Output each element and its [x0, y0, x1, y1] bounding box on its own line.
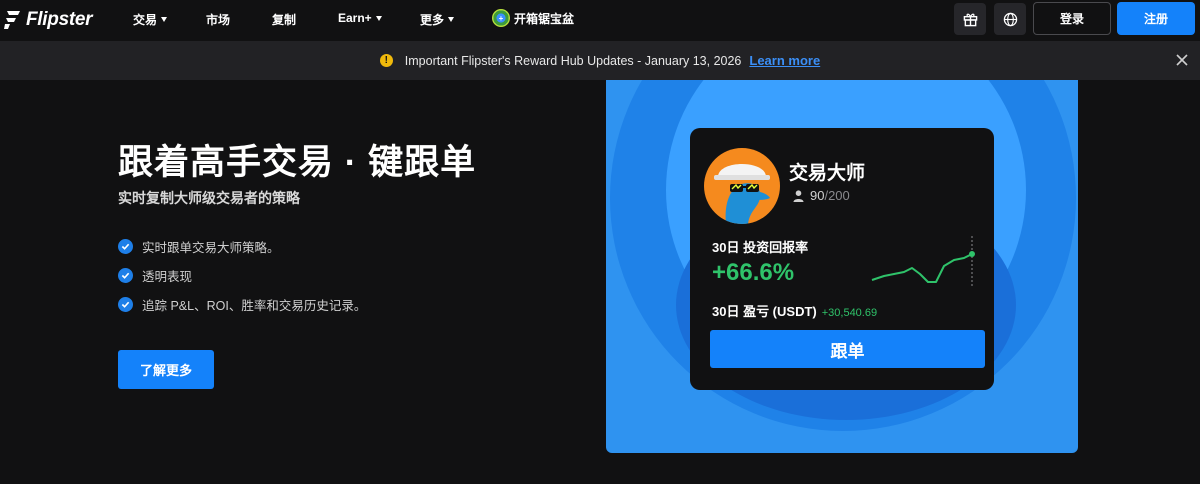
warning-icon: ! — [379, 54, 393, 67]
pnl-row: 30日 盈亏 (USDT) +30,540.69 — [712, 301, 877, 320]
list-item: 透明表现 — [118, 261, 366, 290]
roi-value: +66.6% — [712, 259, 795, 286]
roi-label: 30日 投资回报率 — [712, 240, 809, 255]
check-circle-icon — [118, 239, 133, 254]
nav-item-trade[interactable]: 交易 — [133, 11, 168, 28]
globe-icon — [1003, 12, 1017, 26]
user-icon — [793, 189, 804, 202]
pnl-value: +30,540.69 — [821, 307, 878, 319]
close-icon[interactable] — [1176, 54, 1188, 66]
hero-subtitle: 实时复制大师级交易者的策略 — [118, 190, 300, 206]
announcement-banner: ! Important Flipster's Reward Hub Update… — [0, 41, 1200, 80]
top-navigation: Flipster 交易 市场 复制 Earn+ 更多 + 开箱锯宝盆 登录 注册 — [0, 0, 1200, 40]
list-item: 追踪 P&L、ROI、胜率和交易历史记录。 — [118, 290, 366, 319]
banner-message: Important Flipster's Reward Hub Updates … — [404, 53, 742, 68]
trader-card: 交易大师 90/200 30日 投资回报率 +66.6% 30日 盈亏 (USD… — [690, 128, 994, 390]
check-circle-icon — [118, 268, 133, 283]
feature-list: 实时跟单交易大师策略。 透明表现 追踪 P&L、ROI、胜率和交易历史记录。 — [118, 232, 366, 319]
sparkline-path — [871, 253, 973, 283]
list-item: 实时跟单交易大师策略。 — [118, 232, 366, 261]
brand-name: Flipster — [26, 9, 93, 30]
trader-name: 交易大师 — [789, 163, 866, 184]
gift-icon — [963, 13, 977, 26]
language-button[interactable] — [994, 3, 1026, 35]
nav-item-copy[interactable]: 复制 — [272, 11, 296, 28]
treasure-box-icon: + — [492, 9, 510, 27]
trader-avatar — [704, 148, 780, 224]
nav-item-more[interactable]: 更多 — [420, 11, 455, 28]
sparkline-endpoint — [969, 251, 975, 257]
treasure-box-link[interactable]: + 开箱锯宝盆 — [492, 9, 574, 27]
follow-button[interactable]: 跟单 — [710, 330, 985, 368]
pnl-label: 30日 盈亏 (USDT) — [712, 304, 817, 319]
learn-more-button[interactable]: 了解更多 — [118, 350, 214, 389]
learn-more-link[interactable]: Learn more — [749, 53, 820, 68]
nav-item-markets[interactable]: 市场 — [206, 11, 230, 28]
copy-trading-promo: 交易大师 90/200 30日 投资回报率 +66.6% 30日 盈亏 (USD… — [606, 80, 1078, 453]
followers-count: 90/200 — [793, 188, 850, 203]
dolphin-avatar-icon — [714, 164, 770, 224]
hero-title: 跟着高手交易 · 键跟单 — [118, 143, 477, 182]
login-button[interactable]: 登录 — [1033, 2, 1111, 35]
flipster-logo[interactable]: Flipster — [4, 7, 93, 33]
chevron-down-icon — [448, 17, 455, 22]
signup-button[interactable]: 注册 — [1117, 2, 1195, 35]
nav-item-earn[interactable]: Earn+ — [338, 11, 382, 25]
chevron-down-icon — [161, 17, 168, 22]
gift-button[interactable] — [954, 3, 986, 35]
check-circle-icon — [118, 297, 133, 312]
flipster-logo-icon — [4, 11, 20, 29]
roi-sparkline — [871, 236, 975, 288]
chevron-down-icon — [375, 15, 382, 21]
